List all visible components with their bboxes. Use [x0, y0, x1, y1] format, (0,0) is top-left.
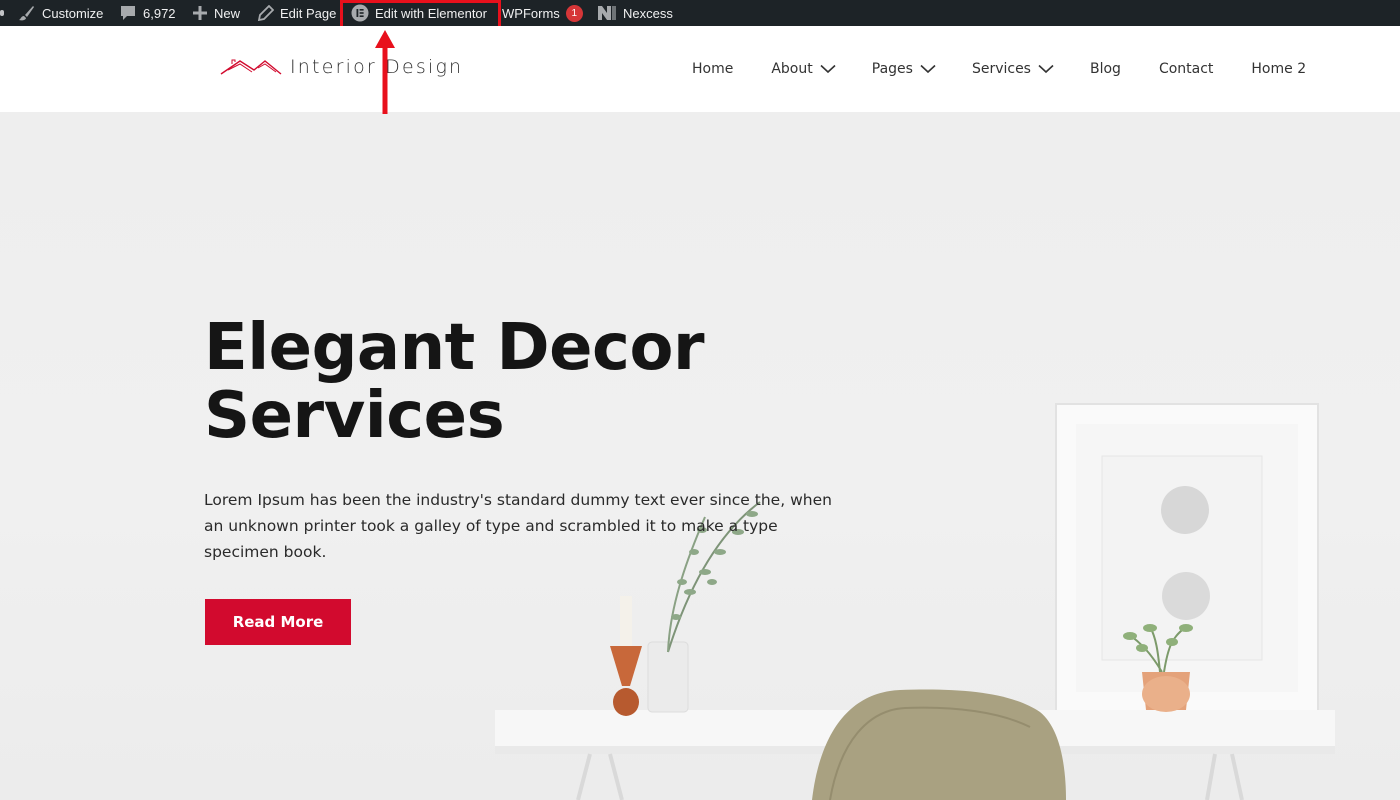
adminbar-comments[interactable]: 6,972 [119, 0, 176, 26]
house-roof-icon [220, 59, 282, 75]
adminbar-nexcess[interactable]: Nexcess [597, 0, 673, 26]
adminbar-wpforms[interactable]: WPForms 1 [502, 0, 583, 26]
new-label: New [214, 5, 241, 21]
nav-blog-label: Blog [1089, 61, 1121, 77]
annotation-arrow-icon [375, 30, 395, 114]
hero-section: Elegant Decor Services Lorem Ipsum has b… [0, 112, 1400, 800]
nav-home-2[interactable]: Home 2 [1251, 61, 1306, 77]
nav-home[interactable]: Home [692, 61, 733, 77]
nav-about-label: About [771, 61, 813, 77]
candle-holder [610, 596, 642, 716]
chair [812, 689, 1066, 800]
edit-page-label: Edit Page [280, 5, 337, 21]
hero-title-line-1: Elegant Decor [204, 311, 705, 385]
site-header: Interior Design Home About Pages Service… [0, 26, 1400, 112]
hero-title: Elegant Decor Services [204, 314, 824, 450]
hero-title-line-2: Services [204, 379, 505, 453]
chevron-down-icon [820, 64, 836, 74]
nav-home-label: Home [692, 61, 734, 77]
nav-contact-label: Contact [1158, 61, 1214, 77]
nav-pages[interactable]: Pages [872, 61, 936, 77]
nav-pages-label: Pages [871, 61, 913, 77]
adminbar-new[interactable]: New [192, 0, 240, 26]
nav-services[interactable]: Services [972, 61, 1054, 77]
wp-admin-bar: Customize 6,972 New Edit Page Edit with … [0, 0, 1400, 26]
adminbar-customize[interactable]: Customize [18, 0, 103, 26]
adminbar-edit-page[interactable]: Edit Page [258, 0, 336, 26]
nav-home-2-label: Home 2 [1251, 61, 1307, 77]
nav-blog[interactable]: Blog [1090, 61, 1121, 77]
paintbrush-icon [19, 6, 34, 21]
nexcess-logo-icon [598, 6, 616, 20]
nav-about[interactable]: About [771, 61, 836, 77]
adminbar-overflow [0, 0, 4, 26]
nexcess-label: Nexcess [623, 5, 673, 21]
comment-bubble-icon [121, 6, 135, 20]
read-more-button[interactable]: Read More [205, 599, 351, 645]
comments-count: 6,972 [143, 5, 176, 21]
chevron-down-icon [1038, 64, 1054, 74]
customize-label: Customize [42, 5, 104, 21]
hero-description: Lorem Ipsum has been the industry's stan… [204, 491, 832, 561]
wpforms-label: WPForms [502, 5, 560, 21]
picture-frame [1055, 403, 1319, 713]
main-navigation: Home About Pages Services Blog Contact H… [692, 26, 1306, 112]
wpforms-notification-badge: 1 [565, 4, 583, 22]
chevron-down-icon [920, 64, 936, 74]
pencil-icon [258, 5, 274, 21]
site-logo[interactable]: Interior Design [220, 56, 463, 78]
hero-background-scene [495, 403, 1335, 800]
nav-services-label: Services [971, 61, 1031, 77]
nav-contact[interactable]: Contact [1159, 61, 1213, 77]
plus-icon [193, 6, 207, 20]
